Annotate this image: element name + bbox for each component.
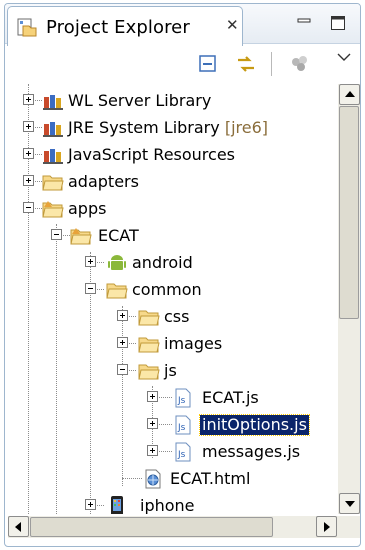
tree-item-label: android <box>132 253 193 272</box>
collapse-all-icon[interactable] <box>197 54 219 74</box>
tree-item-label: WL Server Library <box>68 91 212 110</box>
arrow-left-icon <box>15 522 21 532</box>
tree-item-label: initOptions.js <box>202 415 307 434</box>
collapse-icon[interactable] <box>117 364 128 375</box>
library-icon <box>43 149 63 164</box>
library-icon <box>43 122 63 137</box>
vertical-scroll-thumb[interactable] <box>339 106 359 319</box>
link-with-editor-icon[interactable] <box>235 54 257 74</box>
expand-icon[interactable] <box>23 148 34 159</box>
tree-item-iphone[interactable]: iphone <box>8 493 336 514</box>
apps-folder-icon <box>42 201 64 218</box>
view-title: Project Explorer <box>46 17 190 38</box>
arrow-down-icon <box>345 501 355 507</box>
svg-text:Js: Js <box>177 450 186 460</box>
expand-icon[interactable] <box>147 418 158 429</box>
tree-item-initoptions-js[interactable]: Js initOptions.js <box>8 412 336 438</box>
scrollbar-corner <box>338 516 360 538</box>
filter-icon[interactable] <box>289 54 311 74</box>
tree-item-messages-js[interactable]: Js messages.js <box>8 439 336 465</box>
project-tree[interactable]: WL Server Library JRE System Library [jr… <box>8 84 336 514</box>
android-icon <box>108 255 126 270</box>
collapse-icon[interactable] <box>51 229 62 240</box>
scroll-down-button[interactable] <box>339 493 360 514</box>
html-file-icon <box>145 469 161 489</box>
expand-icon[interactable] <box>147 391 158 402</box>
apps-folder-icon <box>70 228 92 245</box>
scroll-left-button[interactable] <box>8 516 29 537</box>
folder-icon <box>42 175 64 191</box>
maximize-icon[interactable] <box>329 14 347 32</box>
tree-item-common[interactable]: common <box>8 277 336 303</box>
library-icon <box>43 95 63 110</box>
view-menu-icon[interactable] <box>333 48 355 68</box>
expand-icon[interactable] <box>117 337 128 348</box>
close-icon[interactable]: ✕ <box>226 16 239 34</box>
tree-item-label: messages.js <box>202 442 301 461</box>
tree-item-label: iphone <box>140 496 195 514</box>
tree-item-images[interactable]: images <box>8 331 336 357</box>
project-explorer-icon <box>17 18 37 37</box>
expand-icon[interactable] <box>23 94 34 105</box>
minimize-icon[interactable] <box>295 14 313 32</box>
tree-item-label: css <box>164 307 190 326</box>
tree-item-label: JavaScript Resources <box>68 145 235 164</box>
tree-item-ecat[interactable]: ECAT <box>8 223 336 249</box>
tree-item-android[interactable]: android <box>8 250 336 276</box>
tree-item-decoration: [jre6] <box>224 118 269 137</box>
arrow-right-icon <box>324 522 330 532</box>
tab-project-explorer[interactable]: Project Explorer ✕ <box>7 6 243 46</box>
vertical-scrollbar[interactable] <box>338 84 360 514</box>
tree-item-javascript-resources[interactable]: JavaScript Resources <box>8 142 336 168</box>
view-tab-bar: Project Explorer ✕ <box>5 4 360 46</box>
tree-item-label: JRE System Library <box>68 118 220 137</box>
tree-item-label: common <box>132 280 202 299</box>
scroll-right-button[interactable] <box>316 516 337 537</box>
svg-text:Js: Js <box>177 423 186 433</box>
expand-icon[interactable] <box>117 310 128 321</box>
collapse-icon[interactable] <box>23 202 34 213</box>
folder-icon <box>138 364 160 380</box>
tree-item-adapters[interactable]: adapters <box>8 169 336 195</box>
svg-text:Js: Js <box>177 396 186 406</box>
scroll-up-button[interactable] <box>339 84 360 105</box>
toolbar-separator <box>271 52 272 76</box>
tree-item-label: js <box>164 361 177 380</box>
expand-icon[interactable] <box>23 121 34 132</box>
collapse-icon[interactable] <box>85 283 96 294</box>
tree-item-ecat-html[interactable]: ECAT.html <box>8 466 336 492</box>
tree-item-label: ECAT.html <box>170 469 251 488</box>
tree-item-label: ECAT.js <box>202 388 259 407</box>
expand-icon[interactable] <box>85 499 96 510</box>
horizontal-scrollbar[interactable] <box>8 516 338 538</box>
view-toolbar <box>5 46 360 82</box>
tree-item-css[interactable]: css <box>8 304 336 330</box>
js-file-icon: Js <box>175 415 191 435</box>
js-file-icon: Js <box>175 442 191 462</box>
folder-icon <box>106 283 128 299</box>
tree-item-js[interactable]: js <box>8 358 336 384</box>
tree-item-label: ECAT <box>98 226 139 245</box>
folder-icon <box>138 337 160 353</box>
tree-item-label: apps <box>68 199 107 218</box>
expand-icon[interactable] <box>85 256 96 267</box>
folder-icon <box>138 310 160 326</box>
tree-item-label: images <box>164 334 223 353</box>
horizontal-scroll-thumb[interactable] <box>30 517 273 537</box>
project-explorer-view: Project Explorer ✕ WL Server Library JRE… <box>4 3 361 547</box>
expand-icon[interactable] <box>147 445 158 456</box>
expand-icon[interactable] <box>23 175 34 186</box>
tree-item-ecat-js[interactable]: Js ECAT.js <box>8 385 336 411</box>
arrow-up-icon <box>345 91 355 97</box>
tree-item-label: adapters <box>68 172 139 191</box>
tree-item-apps[interactable]: apps <box>8 196 336 222</box>
tree-item-wl-server-library[interactable]: WL Server Library <box>8 88 336 114</box>
js-file-icon: Js <box>175 388 191 408</box>
iphone-icon <box>111 496 123 514</box>
tree-item-jre-system-library[interactable]: JRE System Library [jre6] <box>8 115 336 141</box>
